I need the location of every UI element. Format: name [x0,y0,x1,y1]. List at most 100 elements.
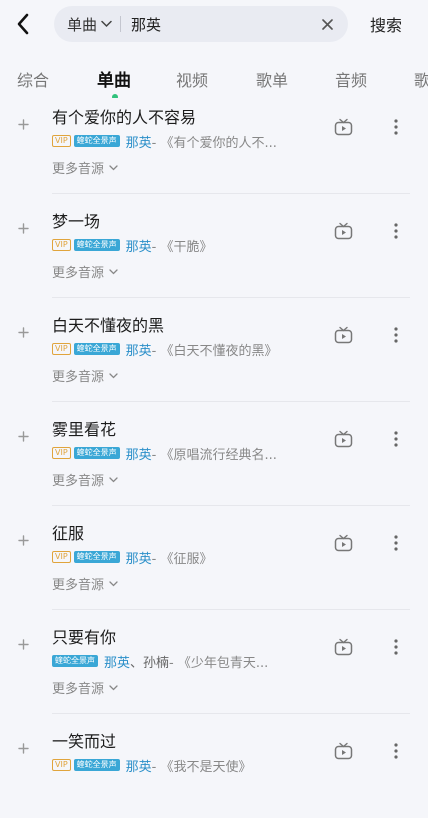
album-name: - 《原唱流行经典名... [151,447,277,462]
clear-search-button[interactable] [312,9,342,39]
song-row[interactable]: 一笑而过 VIP 蝰蛇全景声 那英 - 《我不是天使》 [0,714,428,818]
song-row[interactable]: 雾里看花 VIP 蝰蛇全景声 那英 - 《原唱流行经典名... 更多音源 [0,402,428,506]
add-icon [17,534,29,546]
hq-audio-badge: 蝰蛇全景声 [73,759,120,771]
more-sources-label: 更多音源 [52,370,105,385]
mv-button[interactable] [332,116,354,138]
artist-link[interactable]: 那英 [126,133,152,150]
top-bar: 单曲 那英 搜索 [0,0,428,50]
chevron-down-icon [109,580,118,587]
add-button[interactable] [14,427,32,445]
mv-button[interactable] [332,740,354,762]
add-button[interactable] [14,531,32,549]
clear-icon [321,18,333,30]
mv-button[interactable] [332,220,354,242]
album-name: - 《少年包青天... [169,655,269,670]
song-meta: VIP 蝰蛇全景声 那英 - 《白天不懂夜的黑》 [52,341,312,357]
back-button[interactable] [10,9,36,39]
song-row[interactable]: 白天不懂夜的黑 VIP 蝰蛇全景声 那英 - 《白天不懂夜的黑》 更多音源 [0,298,428,402]
song-row[interactable]: 只要有你 蝰蛇全景声 那英 、孙楠 - 《少年包青天... 更多音源 [0,610,428,714]
search-type-dropdown[interactable]: 单曲 [67,14,112,35]
more-sources-toggle[interactable]: 更多音源 [52,574,118,593]
song-title: 只要有你 [52,628,117,647]
vip-badge: VIP [52,239,71,251]
artist-link[interactable]: 那英 [126,445,152,462]
search-input[interactable]: 那英 [131,14,312,35]
add-icon [17,430,29,442]
back-arrow-icon [17,13,29,35]
add-button[interactable] [14,219,32,237]
chevron-down-icon [109,684,118,691]
more-vertical-icon [394,119,398,135]
tab-comprehensive[interactable]: 综合 [17,67,49,91]
more-sources-toggle[interactable]: 更多音源 [52,678,118,697]
vip-badge: VIP [52,135,71,147]
more-vertical-icon [394,535,398,551]
album-name: - 《我不是天使》 [151,759,252,774]
tab-playlists[interactable]: 歌单 [256,67,288,91]
chevron-down-icon [101,20,112,28]
song-meta: 蝰蛇全景声 那英 、孙楠 - 《少年包青天... [52,653,312,669]
more-vertical-icon [394,743,398,759]
more-options-button[interactable] [386,532,406,554]
add-button[interactable] [14,739,32,757]
add-button[interactable] [14,323,32,341]
song-title: 一笑而过 [52,732,117,751]
album-name: - 《有个爱你的人不... [151,135,277,150]
more-sources-toggle[interactable]: 更多音源 [52,262,118,281]
add-icon [17,742,29,754]
tab-singles[interactable]: 单曲 [97,66,131,91]
song-title: 有个爱你的人不容易 [52,108,197,127]
song-meta: VIP 蝰蛇全景声 那英 - 《我不是天使》 [52,757,312,773]
artist-link[interactable]: 那英 [126,237,152,254]
mv-icon [334,534,352,552]
album-name: - 《干脆》 [151,239,213,254]
mv-button[interactable] [332,324,354,346]
artist-link[interactable]: 那英 [104,653,130,670]
more-options-button[interactable] [386,636,406,658]
more-sources-toggle[interactable]: 更多音源 [52,366,118,385]
artist-link[interactable]: 那英 [126,341,152,358]
song-row[interactable]: 梦一场 VIP 蝰蛇全景声 那英 - 《干脆》 更多音源 [0,194,428,298]
mv-icon [334,326,352,344]
chevron-down-icon [109,476,118,483]
song-title: 征服 [52,524,85,543]
add-button[interactable] [14,115,32,133]
more-options-button[interactable] [386,220,406,242]
vip-badge: VIP [52,343,71,355]
more-sources-label: 更多音源 [52,266,105,281]
more-vertical-icon [394,431,398,447]
tab-audio[interactable]: 音频 [335,67,367,91]
song-meta: VIP 蝰蛇全景声 那英 - 《有个爱你的人不... [52,133,312,149]
song-title: 雾里看花 [52,420,117,439]
tab-more-partial[interactable]: 歌 [414,67,428,91]
more-sources-toggle[interactable]: 更多音源 [52,470,118,489]
tab-videos[interactable]: 视频 [176,67,208,91]
mv-icon [334,118,352,136]
song-meta: VIP 蝰蛇全景声 那英 - 《征服》 [52,549,312,565]
album-name: - 《征服》 [151,551,213,566]
vip-badge: VIP [52,759,71,771]
song-row[interactable]: 征服 VIP 蝰蛇全景声 那英 - 《征服》 更多音源 [0,506,428,610]
more-options-button[interactable] [386,324,406,346]
search-button[interactable]: 搜索 [370,12,402,36]
more-options-button[interactable] [386,116,406,138]
song-row[interactable]: 有个爱你的人不容易 VIP 蝰蛇全景声 那英 - 《有个爱你的人不... 更多音… [0,90,428,194]
add-icon [17,638,29,650]
artist-link[interactable]: 那英 [126,757,152,774]
mv-button[interactable] [332,428,354,450]
more-sources-label: 更多音源 [52,682,105,697]
mv-button[interactable] [332,532,354,554]
more-options-button[interactable] [386,740,406,762]
mv-button[interactable] [332,636,354,658]
more-sources-toggle[interactable]: 更多音源 [52,158,118,177]
artist-link[interactable]: 那英 [126,549,152,566]
more-options-button[interactable] [386,428,406,450]
mv-icon [334,742,352,760]
add-icon [17,222,29,234]
chevron-down-icon [109,164,118,171]
co-artist[interactable]: 、孙楠 [130,653,169,670]
add-button[interactable] [14,635,32,653]
hq-audio-badge: 蝰蛇全景声 [73,135,120,147]
hq-audio-badge: 蝰蛇全景声 [73,447,120,459]
